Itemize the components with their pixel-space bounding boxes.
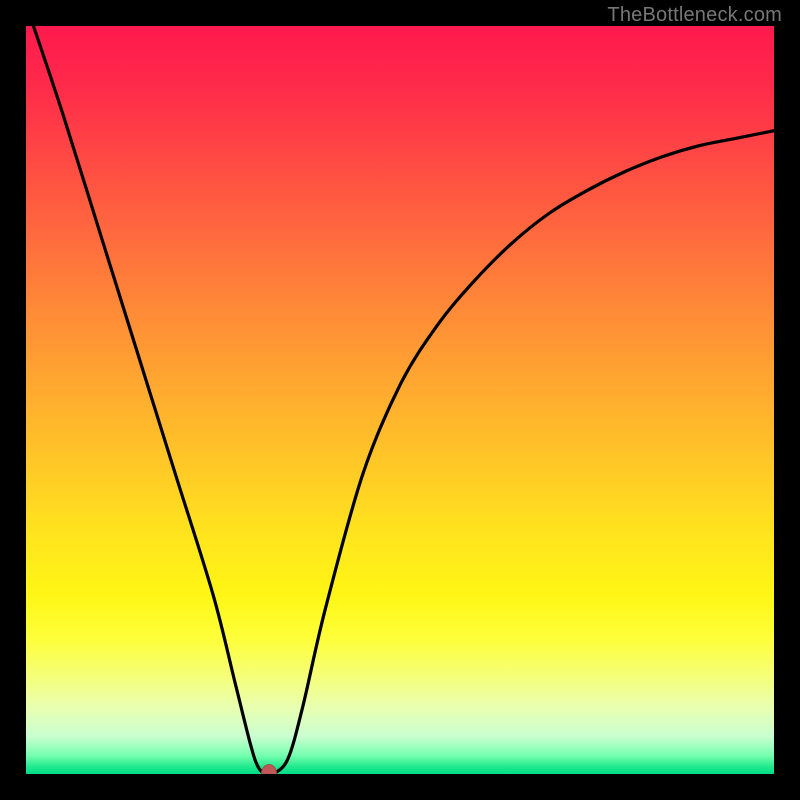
- plot-area: [26, 26, 774, 774]
- watermark-label: TheBottleneck.com: [607, 4, 782, 27]
- chart-frame: TheBottleneck.com: [0, 0, 800, 800]
- bottleneck-curve: [26, 26, 774, 774]
